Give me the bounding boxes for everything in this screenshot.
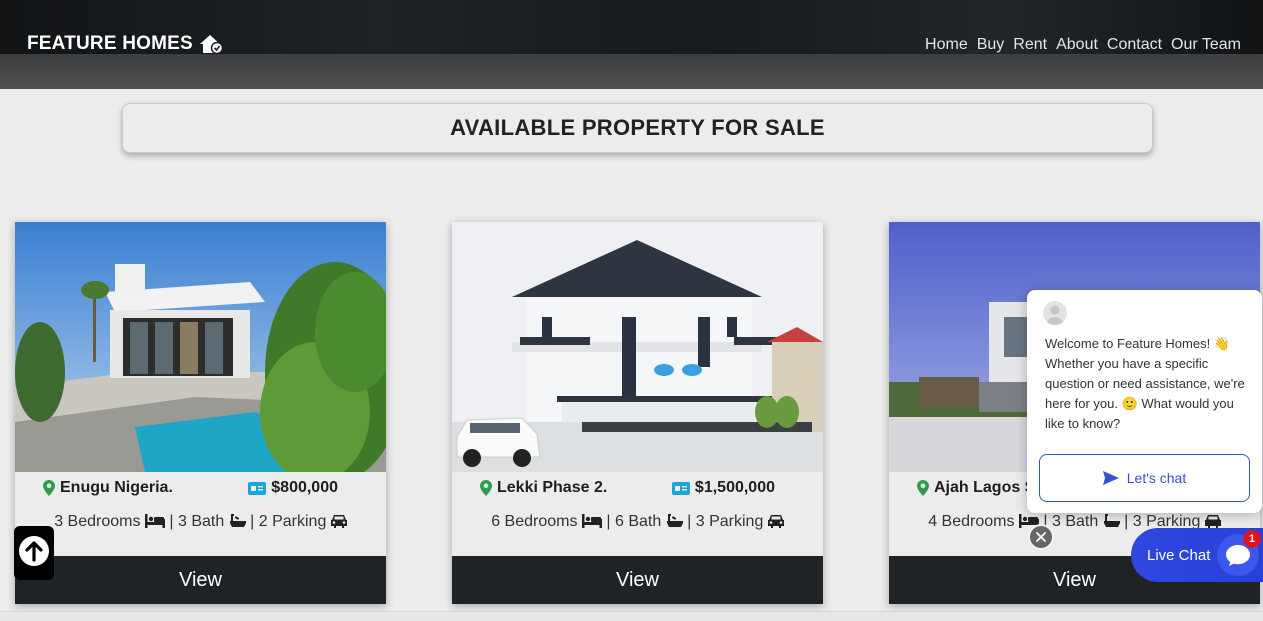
price-text: $800,000	[271, 479, 338, 496]
bedrooms-text: 4 Bedrooms	[928, 513, 1015, 530]
property-features: 6 Bedrooms | 6 Bath | 3 Parking	[452, 513, 823, 531]
header-lower-band	[0, 54, 1263, 89]
close-chat-button[interactable]	[1028, 524, 1054, 550]
view-button[interactable]: View	[15, 556, 386, 604]
bedrooms-text: 3 Bedrooms	[54, 513, 141, 530]
bath-text: 3 Bath	[177, 513, 225, 530]
brand-logo[interactable]: FEATURE HOMES	[27, 33, 224, 55]
car-icon	[330, 515, 347, 528]
map-pin-icon	[43, 480, 55, 496]
parking-text: 3 Parking	[695, 513, 764, 530]
nav-about[interactable]: About	[1056, 36, 1098, 54]
property-card: Enugu Nigeria. $800,000 3 Bedrooms | 3 B…	[15, 222, 386, 604]
nav-rent[interactable]: Rent	[1013, 36, 1047, 54]
send-icon	[1102, 471, 1119, 485]
bath-text: 6 Bath	[614, 513, 662, 530]
property-location: Ajah Lagos St	[917, 479, 1041, 497]
avatar	[1043, 301, 1067, 325]
car-icon	[767, 515, 784, 528]
location-text: Ajah Lagos St	[934, 479, 1041, 496]
property-photo	[452, 222, 823, 472]
view-button[interactable]: View	[452, 556, 823, 604]
property-price: $800,000	[248, 479, 338, 497]
location-text: Enugu Nigeria.	[60, 479, 173, 496]
brand-name: FEATURE HOMES	[27, 33, 193, 54]
property-features: 3 Bedrooms | 3 Bath | 2 Parking	[15, 513, 386, 531]
nav-buy[interactable]: Buy	[977, 36, 1005, 54]
live-chat-launcher[interactable]: Live Chat 1	[1131, 528, 1263, 582]
nav-home[interactable]: Home	[925, 36, 968, 54]
main-nav: Home Buy Rent About Contact Our Team	[925, 36, 1241, 54]
bedrooms-text: 6 Bedrooms	[491, 513, 578, 530]
price-text: $1,500,000	[694, 479, 775, 496]
arrow-up-icon	[19, 536, 49, 566]
chat-popup: Welcome to Feature Homes! 👋 Whether you …	[1027, 290, 1262, 513]
property-location: Enugu Nigeria.	[43, 479, 173, 497]
bottom-strip	[0, 611, 1263, 621]
chat-welcome-message: Welcome to Feature Homes! 👋 Whether you …	[1045, 336, 1245, 431]
bath-text: 3 Bath	[1051, 513, 1099, 530]
property-photo	[15, 222, 386, 472]
car-icon	[1204, 515, 1221, 528]
feature-separator: |	[1124, 513, 1133, 530]
property-price: $1,500,000	[671, 479, 775, 497]
feature-separator: |	[169, 513, 178, 530]
unread-badge: 1	[1243, 530, 1261, 548]
bath-icon	[666, 514, 683, 527]
live-chat-label: Live Chat	[1147, 546, 1211, 564]
feature-separator: |	[250, 513, 259, 530]
map-pin-icon	[480, 480, 492, 496]
scroll-top-button[interactable]	[14, 526, 54, 580]
parking-text: 2 Parking	[258, 513, 327, 530]
nav-contact[interactable]: Contact	[1107, 36, 1162, 54]
home-icon	[199, 35, 224, 55]
lets-chat-button[interactable]: Let's chat	[1039, 454, 1250, 502]
bath-icon	[1103, 514, 1120, 527]
bath-icon	[229, 514, 246, 527]
property-location: Lekki Phase 2.	[480, 479, 607, 497]
location-text: Lekki Phase 2.	[497, 479, 608, 496]
map-pin-icon	[917, 480, 929, 496]
section-title-box: AVAILABLE PROPERTY FOR SALE	[122, 103, 1153, 153]
feature-separator: |	[687, 513, 696, 530]
nav-our-team[interactable]: Our Team	[1171, 36, 1241, 54]
bed-icon	[144, 514, 165, 528]
bed-icon	[581, 514, 602, 528]
money-icon	[671, 481, 690, 495]
lets-chat-label: Let's chat	[1126, 470, 1187, 486]
feature-separator: |	[606, 513, 615, 530]
property-card: Lekki Phase 2. $1,500,000 6 Bedrooms | 6…	[452, 222, 823, 604]
close-icon	[1036, 532, 1046, 542]
site-header: FEATURE HOMES Home Buy Rent About Contac…	[0, 0, 1263, 89]
money-icon	[248, 481, 267, 495]
page-title: AVAILABLE PROPERTY FOR SALE	[450, 115, 825, 140]
